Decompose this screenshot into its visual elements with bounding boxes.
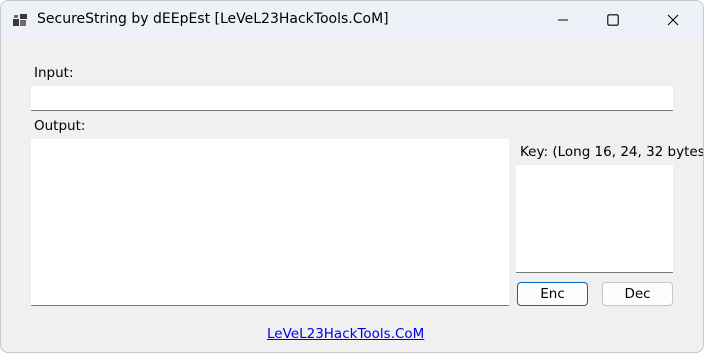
close-button[interactable] [650, 1, 696, 39]
website-link[interactable]: LeVeL23HackTools.CoM [267, 326, 424, 342]
input-field[interactable] [31, 86, 673, 111]
maximize-button[interactable] [590, 1, 636, 39]
app-window: SecureString by dEEpEst [LeVeL23HackTool… [0, 0, 704, 353]
key-label: Key: (Long 16, 24, 32 bytes) [520, 144, 704, 160]
minimize-button[interactable] [540, 1, 586, 39]
output-label: Output: [34, 118, 86, 134]
key-field[interactable] [516, 165, 673, 273]
app-icon [13, 14, 27, 26]
title-bar[interactable]: SecureString by dEEpEst [LeVeL23HackTool… [1, 1, 703, 39]
output-field[interactable] [31, 139, 509, 306]
dec-button[interactable]: Dec [602, 282, 673, 306]
window-title: SecureString by dEEpEst [LeVeL23HackTool… [37, 11, 389, 27]
input-label: Input: [34, 65, 74, 81]
minimize-icon [558, 19, 568, 21]
close-icon [667, 14, 679, 26]
enc-button[interactable]: Enc [517, 282, 588, 306]
maximize-icon [607, 14, 619, 26]
